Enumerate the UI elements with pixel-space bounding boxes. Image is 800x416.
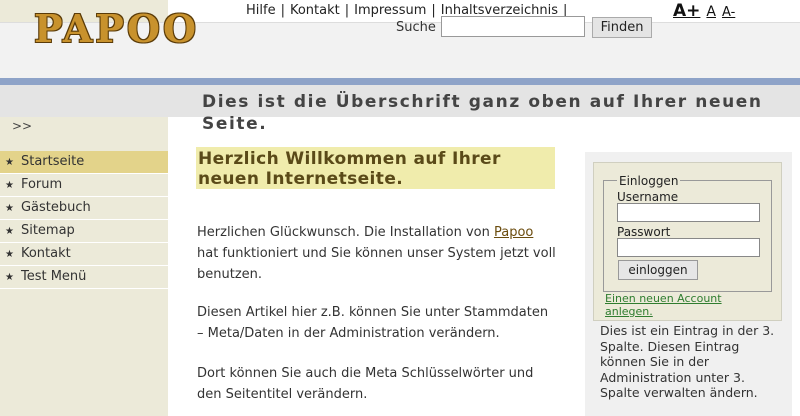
- nav-link-impressum[interactable]: Impressum: [354, 3, 426, 18]
- sidebar-item-test-menu[interactable]: ★ Test Menü: [0, 266, 168, 289]
- star-icon: ★: [5, 203, 14, 214]
- nav-link-hilfe[interactable]: Hilfe: [246, 3, 276, 18]
- papoo-logo[interactable]: PAPOO: [34, 6, 199, 51]
- meta-paragraph: Dort können Sie auch die Meta Schlüsselw…: [197, 366, 534, 402]
- sidebar-item-label: Gästebuch: [20, 200, 91, 215]
- sidebar-item-gaestebuch[interactable]: ★ Gästebuch: [0, 197, 168, 220]
- nav-link-kontakt[interactable]: Kontakt: [290, 3, 340, 18]
- username-field[interactable]: [617, 203, 760, 222]
- nav-separator: |: [431, 3, 436, 18]
- nav-separator: |: [280, 3, 285, 18]
- font-normal-button[interactable]: A: [706, 4, 716, 20]
- right-column-text: Dies ist ein Eintrag in der 3. Spalte. D…: [600, 323, 775, 400]
- sidebar-item-forum[interactable]: ★ Forum: [0, 174, 168, 197]
- star-icon: ★: [5, 249, 14, 260]
- star-icon: ★: [5, 226, 14, 237]
- font-size-controls: A+ A A-: [673, 1, 741, 21]
- sidebar-item-label: Kontakt: [20, 246, 71, 261]
- sidebar-item-kontakt[interactable]: ★ Kontakt: [0, 243, 168, 266]
- password-field[interactable]: [617, 238, 760, 257]
- sidebar-item-label: Startseite: [20, 154, 85, 169]
- sidebar-item-startseite[interactable]: ★ Startseite: [0, 151, 168, 174]
- welcome-heading: Herzlich Willkommen auf Ihrer neuen Inte…: [196, 147, 555, 189]
- paragraph-text: Herzlichen Glückwunsch. Die Installation…: [197, 225, 494, 240]
- page-heading: Dies ist die Überschrift ganz oben auf I…: [202, 92, 763, 134]
- sidebar-item-label: Test Menü: [20, 269, 87, 284]
- intro-paragraph: Herzlichen Glückwunsch. Die Installation…: [197, 222, 557, 285]
- search-button[interactable]: Finden: [592, 17, 652, 38]
- star-icon: ★: [5, 272, 14, 283]
- sidebar-item-label: Forum: [20, 177, 63, 192]
- login-button[interactable]: einloggen: [618, 260, 698, 280]
- sidebar-item-label: Sitemap: [20, 223, 75, 238]
- login-legend: Einloggen: [617, 174, 681, 188]
- font-larger-button[interactable]: A+: [673, 1, 700, 21]
- paragraph-text: hat funktioniert und Sie können unser Sy…: [197, 246, 556, 282]
- sidebar-item-sitemap[interactable]: ★ Sitemap: [0, 220, 168, 243]
- papoo-link[interactable]: Papoo: [494, 225, 533, 240]
- register-link[interactable]: Einen neuen Account anlegen.: [605, 292, 755, 318]
- font-smaller-button[interactable]: A-: [722, 5, 735, 20]
- username-label: Username: [617, 190, 679, 204]
- star-icon: ★: [5, 157, 14, 168]
- password-label: Passwort: [617, 225, 671, 239]
- search-label: Suche: [396, 20, 436, 35]
- nav-separator: |: [344, 3, 350, 18]
- article-paragraph: Diesen Artikel hier z.B. können Sie unte…: [197, 305, 549, 341]
- star-icon: ★: [5, 180, 14, 191]
- search-input[interactable]: [441, 16, 585, 37]
- accent-bar: [0, 78, 800, 85]
- sidebar-toggle[interactable]: >>: [12, 119, 32, 133]
- sidebar-menu: ★ Startseite ★ Forum ★ Gästebuch ★ Sitemap ★…: [0, 151, 168, 289]
